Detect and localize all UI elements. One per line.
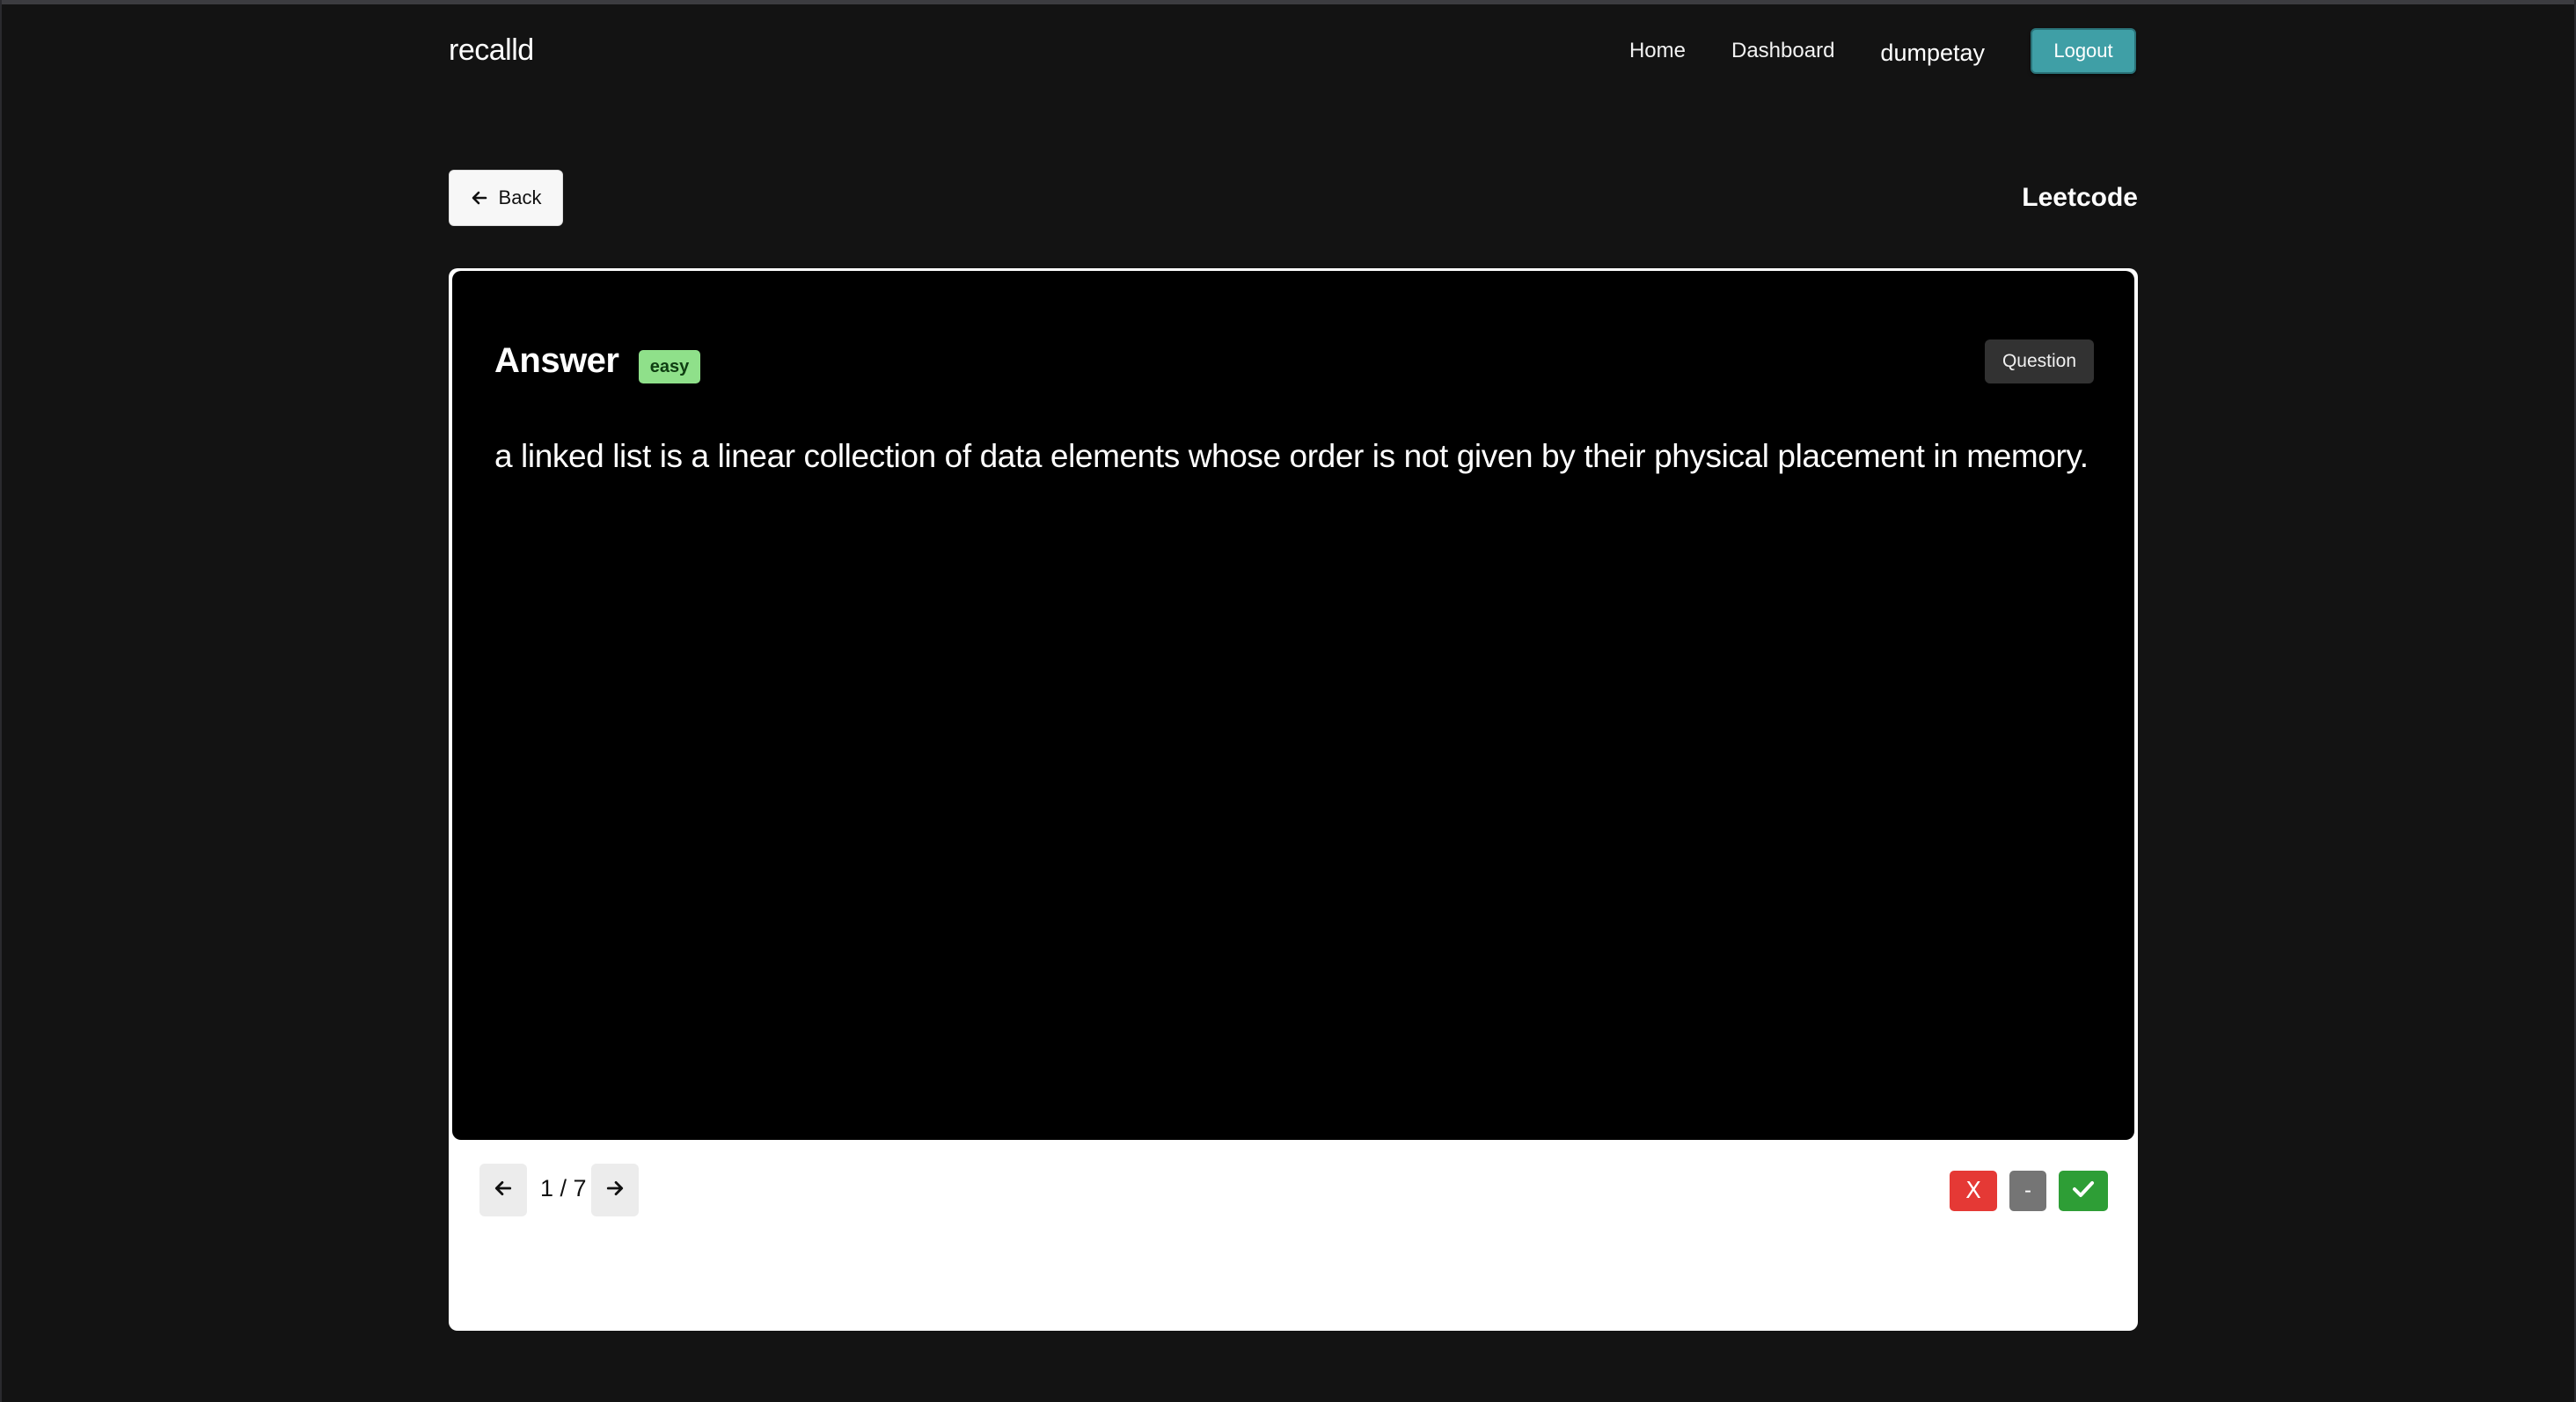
arrow-right-icon xyxy=(605,1179,625,1202)
check-icon xyxy=(2072,1179,2095,1203)
username-label: dumpetay xyxy=(1880,39,1985,66)
brand-logo[interactable]: recalld xyxy=(449,33,534,68)
arrow-left-icon xyxy=(471,189,488,207)
mark-wrong-button[interactable]: X xyxy=(1950,1171,1997,1211)
arrow-left-icon xyxy=(494,1179,513,1202)
back-label: Back xyxy=(498,186,542,208)
close-icon: X xyxy=(1965,1178,1981,1204)
deck-title: Leetcode xyxy=(2022,183,2138,212)
flashcard-face[interactable] xyxy=(452,271,2134,1140)
nav-home-link[interactable]: Home xyxy=(1629,39,1686,63)
card-side-heading: Answer xyxy=(494,341,619,380)
window-left-border xyxy=(0,0,2,1402)
show-question-button[interactable]: Question xyxy=(1985,340,2094,383)
card-counter: 1 / 7 xyxy=(540,1175,587,1201)
difficulty-badge: easy xyxy=(639,350,700,383)
mark-correct-button[interactable] xyxy=(2059,1171,2108,1211)
neutral-label: - xyxy=(2024,1179,2031,1202)
previous-card-button[interactable] xyxy=(479,1164,527,1216)
nav-dashboard-link[interactable]: Dashboard xyxy=(1731,39,1834,63)
window-top-border xyxy=(0,0,2576,4)
card-answer-text: a linked list is a linear collection of … xyxy=(494,438,2089,474)
next-card-button[interactable] xyxy=(591,1164,639,1216)
logout-button[interactable]: Logout xyxy=(2031,28,2136,74)
back-button[interactable]: Back xyxy=(449,170,563,226)
mark-neutral-button[interactable]: - xyxy=(2009,1171,2046,1211)
top-nav: Home Dashboard dumpetay Logout xyxy=(1629,28,2136,74)
